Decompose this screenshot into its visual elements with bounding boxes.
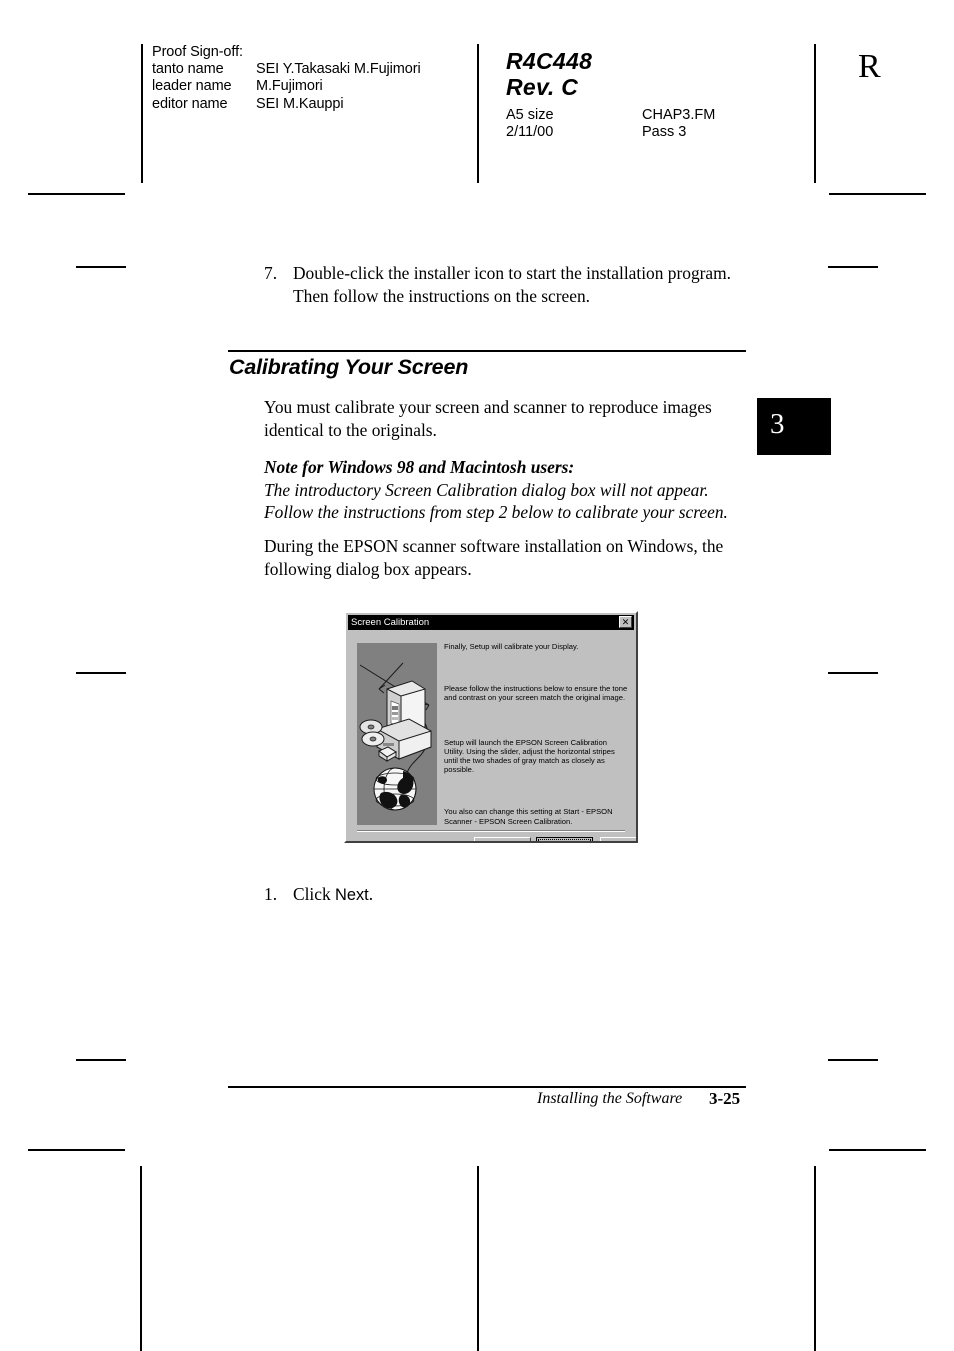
proof-signoff-row-leader: leader name M.Fujimori (152, 78, 421, 95)
numbered-step-1: 1. Click Next. (264, 883, 746, 907)
note-block: Note for Windows 98 and Macintosh users:… (264, 456, 754, 524)
footer-page-number: 3-25 (709, 1089, 741, 1108)
chapter-tab: 3 (757, 398, 831, 455)
dialog-paragraph-2: Please follow the instructions below to … (444, 684, 628, 703)
proof-signoff-title: Proof Sign-off: (152, 44, 243, 60)
bottom-rule-right (814, 1166, 816, 1351)
back-button[interactable]: < Back (474, 837, 531, 841)
doc-date: 2/11/00 (506, 124, 554, 141)
dialog-paragraph-3: Setup will launch the EPSON Screen Calib… (444, 737, 615, 775)
setup-illustration (357, 643, 437, 825)
step-1-text-before: Click (293, 884, 336, 904)
dialog-title: Screen Calibration (351, 617, 430, 628)
proof-label-tanto: tanto name (152, 61, 224, 78)
doc-spec-row-2: 2/11/00 Pass 3 (506, 124, 766, 141)
bottom-rule-left (140, 1166, 142, 1351)
proof-signoff-row-tanto: tanto name SEI Y.Takasaki M.Fujimori (152, 61, 421, 78)
doc-filename: CHAP3.FM (642, 107, 716, 123)
dialog-titlebar: Screen Calibration ✕ (348, 615, 634, 630)
document-revision: Rev. C (506, 74, 579, 100)
crop-mark-top-right (829, 193, 926, 195)
paragraph-during-installation: During the EPSON scanner software instal… (264, 536, 724, 579)
proof-value-leader: M.Fujimori (256, 78, 323, 95)
step-1-text-after: . (368, 884, 374, 904)
crop-mark-top-left (28, 193, 125, 195)
next-button-label: Next > (538, 839, 591, 841)
header-divider-middle (477, 44, 479, 183)
note-title: Note for Windows 98 and Macintosh users: (264, 457, 575, 477)
step-7-number: 7. (264, 263, 278, 283)
proof-signoff-block: Proof Sign-off: tanto name SEI Y.Takasaki… (152, 44, 421, 113)
next-button[interactable]: Next > (536, 837, 593, 841)
header-divider-left (141, 44, 143, 183)
crop-mark-lower-left (76, 1059, 126, 1061)
doc-pass: Pass 3 (642, 124, 687, 141)
dialog-paragraph-1: Finally, Setup will calibrate your Displ… (444, 642, 579, 651)
crop-mark-upper-right (828, 266, 878, 268)
numbered-step-7: 7. Double-click the installer icon to st… (264, 262, 746, 307)
doc-paper-size: A5 size (506, 107, 554, 123)
dialog-instruction-text: Finally, Setup will calibrate your Displ… (444, 642, 629, 826)
proof-label-leader: leader name (152, 78, 232, 95)
cancel-button[interactable]: Cancel (600, 837, 636, 841)
close-icon[interactable]: ✕ (619, 616, 632, 628)
crop-mark-mid-right (828, 672, 878, 674)
footer-rule (228, 1086, 746, 1088)
chapter-tab-number: 3 (770, 408, 785, 440)
bottom-rule-center (477, 1166, 479, 1351)
header-divider-right (814, 44, 816, 183)
dialog-separator (357, 830, 625, 832)
doc-spec-row-1: A5 size CHAP3.FM (506, 107, 766, 124)
section-heading: Calibrating Your Screen (229, 355, 469, 379)
step-1-number: 1. (264, 884, 278, 904)
crop-mark-mid-left (76, 672, 126, 674)
dialog-paragraph-4: You also can change this setting at Star… (444, 807, 613, 826)
step-7-text: Double-click the installer icon to start… (293, 263, 732, 306)
crop-mark-upper-left (76, 266, 126, 268)
proof-label-editor: editor name (152, 95, 228, 112)
dialog-body: Finally, Setup will calibrate your Displ… (348, 632, 636, 841)
footer-title: Installing the Software (537, 1090, 683, 1107)
revision-mark: R (858, 48, 881, 85)
dialog-button-bar: < Back Next > Cancel (348, 837, 636, 841)
proof-value-editor: SEI M.Kauppi (256, 95, 344, 112)
proof-signoff-row-editor: editor name SEI M.Kauppi (152, 96, 421, 113)
step-1-text: Click Next. (293, 883, 746, 907)
document-code: R4C448 (506, 48, 593, 74)
document-specs: A5 size CHAP3.FM 2/11/00 Pass 3 (506, 107, 766, 141)
paragraph-intro: You must calibrate your screen and scann… (264, 397, 712, 440)
screen-calibration-dialog: Screen Calibration ✕ Finally, Setup will… (344, 611, 638, 843)
step-1-emphasis: Next (335, 886, 369, 904)
crop-mark-lower-right (828, 1059, 878, 1061)
note-body: The introductory Screen Calibration dial… (264, 479, 728, 523)
proof-value-tanto: SEI Y.Takasaki M.Fujimori (256, 61, 421, 78)
crop-mark-bottom-left (28, 1149, 125, 1151)
section-heading-rule (228, 350, 746, 352)
document-metadata-block: R4C448 Rev. C A5 size CHAP3.FM 2/11/00 Pas… (506, 48, 766, 141)
crop-mark-bottom-right (829, 1149, 926, 1151)
